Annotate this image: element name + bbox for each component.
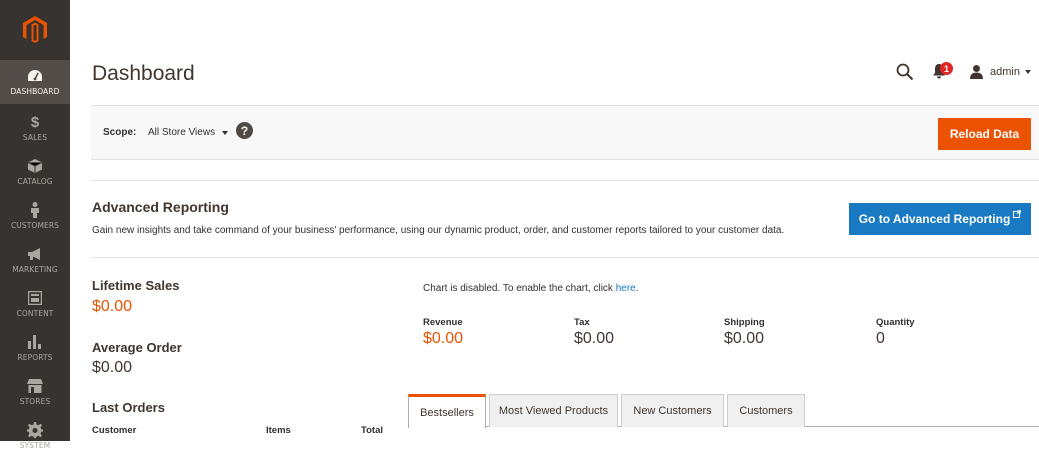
- advanced-reporting-title: Advanced Reporting: [92, 199, 229, 215]
- chevron-down-icon: [222, 130, 229, 135]
- store-icon: [26, 378, 44, 394]
- header-actions: 1 admin: [896, 62, 1031, 81]
- person-icon: [26, 202, 44, 218]
- column-header-items[interactable]: Items: [266, 425, 291, 436]
- content-icon: [26, 290, 44, 306]
- divider: [91, 180, 1039, 181]
- last-orders-label: Last Orders: [92, 400, 165, 415]
- magento-logo[interactable]: [0, 0, 70, 60]
- shipping-label: Shipping: [724, 317, 765, 328]
- lifetime-sales-value: $0.00: [92, 298, 133, 315]
- tab-bestsellers[interactable]: Bestsellers: [408, 394, 486, 428]
- go-to-advanced-reporting-button[interactable]: Go to Advanced Reporting: [849, 203, 1031, 235]
- store-view-value: All Store Views: [148, 127, 216, 138]
- chevron-down-icon: [1025, 70, 1031, 74]
- scope-bar: Scope: All Store Views ? Reload Data: [91, 105, 1039, 160]
- sidebar-item-catalog[interactable]: CATALOG: [0, 150, 70, 194]
- tab-new-customers[interactable]: New Customers: [621, 394, 724, 427]
- sidebar-item-label: DASHBOARD: [10, 87, 60, 96]
- sidebar-item-label: CONTENT: [16, 309, 54, 318]
- sidebar-item-customers[interactable]: CUSTOMERS: [0, 194, 70, 238]
- tax-label: Tax: [574, 317, 590, 328]
- sidebar-item-sales[interactable]: $ SALES: [0, 106, 70, 150]
- quantity-value: 0: [876, 330, 885, 347]
- gear-icon: [26, 422, 44, 438]
- sidebar-item-label: STORES: [19, 397, 51, 406]
- cube-icon: [26, 158, 44, 174]
- megaphone-icon: [26, 246, 44, 262]
- chart-message-text: Chart is disabled. To enable the chart, …: [423, 283, 616, 294]
- average-order-label: Average Order: [92, 340, 182, 355]
- quantity-label: Quantity: [876, 317, 915, 328]
- divider: [91, 257, 1039, 258]
- help-icon[interactable]: ?: [236, 122, 253, 139]
- sidebar-item-label: SYSTEM: [19, 441, 51, 450]
- notifications-button[interactable]: 1: [932, 62, 954, 81]
- sidebar-item-label: CATALOG: [17, 177, 53, 186]
- sidebar-item-label: SALES: [22, 133, 48, 142]
- advanced-reporting-description: Gain new insights and take command of yo…: [92, 225, 785, 236]
- column-header-customer[interactable]: Customer: [92, 425, 136, 436]
- admin-sidebar: DASHBOARD $ SALES CATALOG CUSTOMERS MARK…: [0, 0, 70, 450]
- search-icon[interactable]: [896, 63, 914, 81]
- admin-user-menu[interactable]: admin: [970, 65, 1031, 79]
- chart-message-end: .: [635, 283, 639, 294]
- dashboard-icon: [26, 68, 44, 84]
- tax-value: $0.00: [574, 330, 615, 347]
- sidebar-item-label: MARKETING: [12, 265, 58, 274]
- store-view-switcher[interactable]: All Store Views: [148, 127, 229, 138]
- chart-disabled-message: Chart is disabled. To enable the chart, …: [423, 283, 639, 294]
- external-link-icon: [1013, 209, 1022, 220]
- page-title: Dashboard: [92, 62, 195, 85]
- tab-customers[interactable]: Customers: [727, 394, 805, 427]
- sidebar-item-marketing[interactable]: MARKETING: [0, 238, 70, 282]
- sidebar-item-label: REPORTS: [17, 353, 53, 362]
- bar-chart-icon: [26, 334, 44, 350]
- sidebar-item-system[interactable]: SYSTEM: [0, 414, 70, 458]
- sidebar-item-dashboard[interactable]: DASHBOARD: [0, 60, 70, 104]
- user-icon: [970, 65, 984, 79]
- reload-data-button[interactable]: Reload Data: [938, 118, 1031, 150]
- sidebar-item-reports[interactable]: REPORTS: [0, 326, 70, 370]
- admin-username: admin: [990, 66, 1020, 78]
- sidebar-item-label: CUSTOMERS: [10, 221, 60, 230]
- tab-most-viewed-products[interactable]: Most Viewed Products: [489, 394, 618, 427]
- revenue-label: Revenue: [423, 317, 463, 328]
- enable-chart-link[interactable]: here: [616, 283, 636, 294]
- notification-badge: 1: [940, 62, 954, 75]
- column-header-total[interactable]: Total: [361, 425, 383, 436]
- average-order-value: $0.00: [92, 359, 133, 376]
- dollar-icon: $: [30, 113, 40, 131]
- sidebar-item-stores[interactable]: STORES: [0, 370, 70, 414]
- shipping-value: $0.00: [724, 330, 765, 347]
- button-label: Go to Advanced Reporting: [858, 212, 1011, 226]
- revenue-value: $0.00: [423, 330, 464, 347]
- lifetime-sales-label: Lifetime Sales: [92, 278, 180, 293]
- sidebar-item-content[interactable]: CONTENT: [0, 282, 70, 326]
- scope-label: Scope:: [103, 127, 137, 138]
